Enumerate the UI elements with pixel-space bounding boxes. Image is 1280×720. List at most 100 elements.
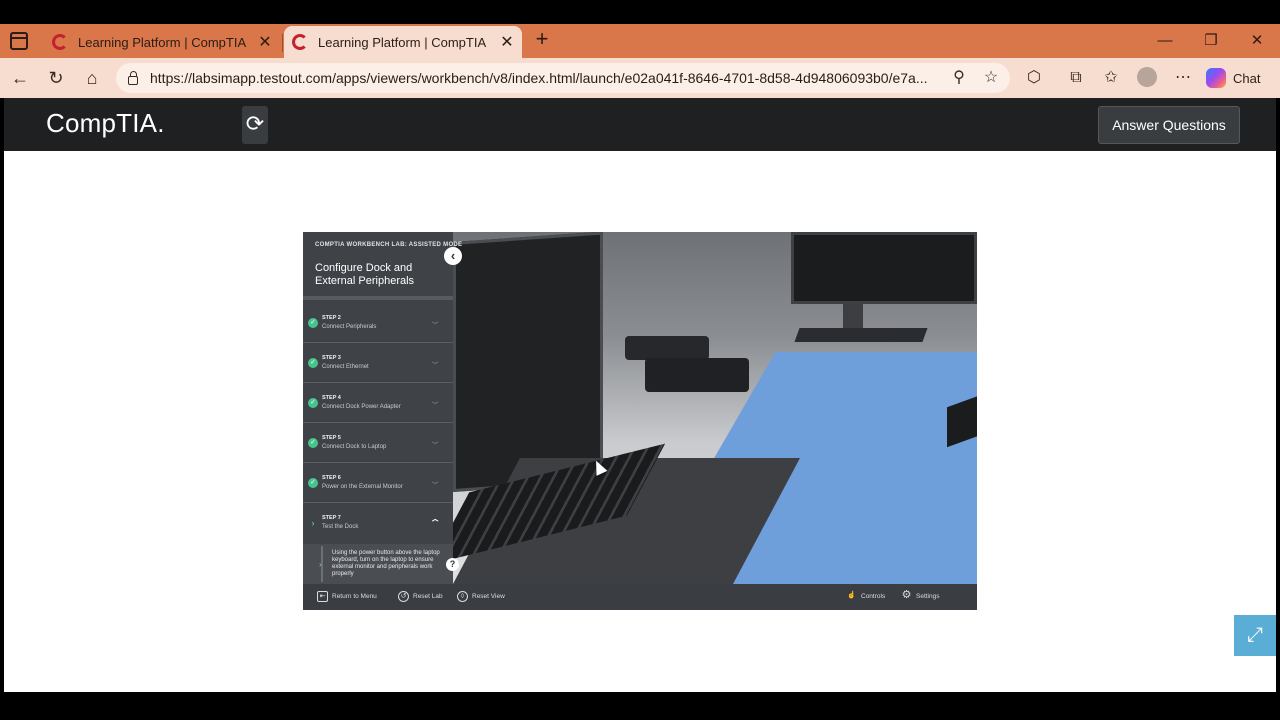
reset-icon: ↺: [398, 591, 409, 602]
help-icon[interactable]: ?: [446, 558, 459, 571]
compass-icon: ◊: [457, 591, 468, 602]
hand-pointer-icon: ☝: [847, 592, 856, 599]
zoom-icon[interactable]: ⚲: [948, 67, 970, 89]
chevron-down-icon[interactable]: ⌄: [428, 356, 441, 367]
step-name: Connect Dock to Laptop: [322, 444, 387, 450]
answer-questions-button[interactable]: Answer Questions: [1098, 106, 1240, 144]
browser-toolbar: ← ↻ ⌂ https://labsimapp.testout.com/apps…: [0, 58, 1280, 98]
restore-button[interactable]: ❐: [1196, 28, 1226, 54]
lab-step-panel: COMPTIA WORKBENCH LAB: ASSISTED MODE Con…: [303, 232, 462, 584]
step-name: Test the Dock: [322, 524, 359, 530]
copilot-chat-button[interactable]: Chat: [1206, 65, 1260, 91]
chevron-up-icon[interactable]: ⌄: [428, 516, 441, 527]
step-number: STEP 6: [322, 475, 341, 481]
step-name: Connect Peripherals: [322, 324, 377, 330]
more-icon[interactable]: ⋯: [1171, 67, 1195, 91]
panel-divider: [303, 296, 453, 300]
step-number: STEP 7: [322, 515, 341, 521]
profile-avatar[interactable]: [1137, 67, 1157, 87]
lab-title: Configure Dock and External Peripherals: [315, 262, 415, 287]
settings-label: Settings: [916, 593, 940, 600]
extensions-icon[interactable]: ⬡: [1022, 67, 1046, 91]
lab-viewer[interactable]: COMPTIA WORKBENCH LAB: ASSISTED MODE Con…: [303, 232, 977, 610]
chevron-down-icon[interactable]: ⌄: [428, 316, 441, 327]
copilot-icon: [1206, 68, 1226, 88]
tab-actions-icon[interactable]: [10, 32, 28, 50]
external-monitor[interactable]: [791, 232, 977, 304]
app-header: CompTIA. ⟳ Answer Questions: [4, 98, 1276, 151]
chevron-right-icon: ›: [311, 518, 315, 528]
step-name: Connect Ethernet: [322, 364, 369, 370]
home-icon[interactable]: ⌂: [80, 67, 104, 91]
step-number: STEP 5: [322, 435, 341, 441]
comptia-logo: CompTIA.: [46, 108, 165, 138]
step-item[interactable]: ✓ STEP 5 Connect Dock to Laptop ⌄: [303, 424, 453, 463]
lock-icon[interactable]: [128, 70, 138, 85]
controls-label: Controls: [861, 593, 886, 600]
instruction-text: Using the power button above the laptop …: [332, 550, 440, 577]
minimize-button[interactable]: —: [1150, 28, 1180, 54]
check-icon: ✓: [308, 438, 318, 448]
browser-tab-2[interactable]: Learning Platform | CompTIA ✕: [284, 26, 522, 58]
favorites-icon[interactable]: ✩: [1099, 67, 1123, 91]
url-text[interactable]: https://labsimapp.testout.com/apps/viewe…: [150, 70, 940, 86]
chevron-down-icon[interactable]: ⌄: [428, 476, 441, 487]
tab-title: Learning Platform | CompTIA: [318, 34, 487, 50]
reset-view-label: Reset View: [472, 593, 505, 600]
comptia-favicon-icon: [52, 34, 68, 50]
browser-tab-1[interactable]: Learning Platform | CompTIA ✕: [44, 26, 280, 58]
lab-3d-scene[interactable]: [430, 232, 977, 610]
browser-tab-bar: Learning Platform | CompTIA ✕ Learning P…: [0, 24, 1280, 58]
check-icon: ✓: [308, 398, 318, 408]
step-item-current[interactable]: › STEP 7 Test the Dock ⌄: [303, 504, 453, 543]
reset-view-button[interactable]: ◊ Reset View: [457, 591, 505, 602]
back-icon[interactable]: ←: [8, 67, 32, 91]
monitor-stand: [843, 304, 863, 330]
step-number: STEP 4: [322, 395, 341, 401]
fullscreen-button[interactable]: ⤢: [1234, 615, 1276, 656]
tab-divider: [282, 34, 283, 52]
chevron-right-icon: ›: [319, 560, 322, 569]
refresh-icon[interactable]: ↻: [44, 67, 68, 91]
check-icon: ✓: [308, 358, 318, 368]
laptop-screen[interactable]: [453, 232, 603, 492]
refresh-lab-button[interactable]: ⟳: [242, 106, 268, 144]
step-item[interactable]: ✓ STEP 3 Connect Ethernet ⌄: [303, 344, 453, 383]
check-icon: ✓: [308, 478, 318, 488]
step-item[interactable]: ✓ STEP 4 Connect Dock Power Adapter ⌄: [303, 384, 453, 423]
step-number: STEP 2: [322, 315, 341, 321]
close-window-button[interactable]: ✕: [1242, 28, 1272, 54]
step-name: Connect Dock Power Adapter: [322, 404, 401, 410]
controls-button[interactable]: ☝ Controls: [846, 591, 885, 602]
chat-label: Chat: [1233, 70, 1261, 86]
return-to-menu-label: Return to Menu: [332, 593, 377, 600]
collections-icon[interactable]: ⧉: [1064, 67, 1088, 91]
step-item[interactable]: ✓ STEP 2 Connect Peripherals ⌄: [303, 304, 453, 343]
screen: Learning Platform | CompTIA ✕ Learning P…: [0, 0, 1280, 720]
chevron-down-icon[interactable]: ⌄: [428, 436, 441, 447]
dock-power-adapter[interactable]: [625, 336, 709, 360]
step-item[interactable]: ✓ STEP 6 Power on the External Monitor ⌄: [303, 464, 453, 503]
address-bar[interactable]: https://labsimapp.testout.com/apps/viewe…: [116, 63, 1010, 93]
tab-title: Learning Platform | CompTIA: [78, 34, 247, 50]
lab-footer: ⇤ Return to Menu ↺ Reset Lab ◊ Reset Vie…: [303, 584, 977, 610]
favorite-star-icon[interactable]: ☆: [980, 67, 1002, 89]
step-name: Power on the External Monitor: [322, 484, 403, 490]
collapse-panel-button[interactable]: ‹: [444, 247, 462, 265]
check-icon: ✓: [308, 318, 318, 328]
tab-close-icon[interactable]: ✕: [254, 32, 276, 52]
reset-lab-button[interactable]: ↺ Reset Lab: [398, 591, 443, 602]
step-number: STEP 3: [322, 355, 341, 361]
chevron-down-icon[interactable]: ⌄: [428, 396, 441, 407]
lab-mode-label: COMPTIA WORKBENCH LAB: ASSISTED MODE: [315, 242, 463, 248]
step-instruction: › Using the power button above the lapto…: [303, 544, 453, 584]
web-page: CompTIA. ⟳ Answer Questions COMPTIA WORK…: [4, 98, 1276, 692]
gear-icon: ⚙: [901, 589, 912, 601]
return-to-menu-button[interactable]: ⇤ Return to Menu: [317, 591, 377, 602]
new-tab-button[interactable]: +: [530, 28, 554, 52]
monitor-base: [794, 328, 928, 342]
docking-station[interactable]: [645, 358, 749, 392]
tab-close-icon[interactable]: ✕: [496, 32, 518, 52]
comptia-favicon-icon: [292, 34, 308, 50]
settings-button[interactable]: ⚙ Settings: [901, 589, 940, 602]
